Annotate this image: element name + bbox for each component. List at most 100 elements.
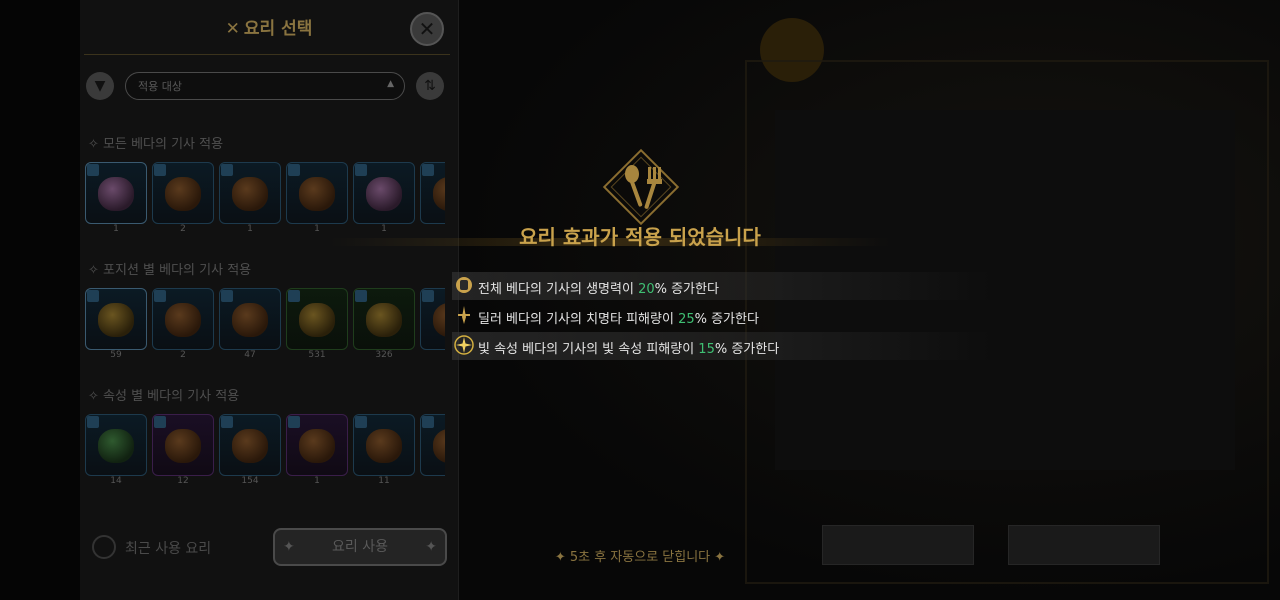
- food-quantity: 531: [308, 350, 326, 360]
- food-item[interactable]: 11: [353, 414, 415, 490]
- food-quantity: 47: [244, 350, 256, 360]
- food-card: [286, 288, 348, 350]
- food-row-all: 1 2 1 1 1: [85, 162, 445, 242]
- food-icon: [299, 177, 335, 211]
- food-type-tag-icon: [87, 164, 99, 176]
- food-card: [219, 162, 281, 224]
- recent-food-radio[interactable]: [92, 535, 116, 559]
- food-item[interactable]: 12: [152, 414, 214, 490]
- food-item[interactable]: [420, 414, 445, 490]
- section-title-all: ✧ 모든 베다의 기사 적용: [88, 137, 224, 152]
- food-item[interactable]: 531: [286, 288, 348, 364]
- food-card: [85, 414, 147, 476]
- panel-title: ✕ 요리 선택: [225, 19, 313, 39]
- food-item[interactable]: 154: [219, 414, 281, 490]
- food-item[interactable]: 14: [85, 414, 147, 490]
- food-icon: [165, 177, 201, 211]
- food-type-tag-icon: [154, 416, 166, 428]
- food-quantity: 1: [381, 224, 387, 234]
- effect-row: 딜러 베다의 기사의 치명타 피해량이 25% 증가한다: [452, 302, 992, 330]
- food-icon: [366, 429, 402, 463]
- food-item[interactable]: 1: [286, 414, 348, 490]
- food-type-tag-icon: [422, 290, 434, 302]
- food-item[interactable]: [420, 288, 445, 364]
- food-type-tag-icon: [355, 164, 367, 176]
- food-card: [353, 162, 415, 224]
- food-card: [219, 414, 281, 476]
- food-card: [286, 414, 348, 476]
- food-item[interactable]: 1: [286, 162, 348, 238]
- food-item[interactable]: 1: [353, 162, 415, 238]
- food-icon: [433, 177, 445, 211]
- star-icon: ✦: [425, 539, 437, 555]
- sort-icon[interactable]: ⇅: [416, 72, 444, 100]
- food-card: [353, 414, 415, 476]
- close-icon: ✕: [418, 17, 436, 41]
- food-row-position: 59 2 47 531 326: [85, 288, 445, 368]
- popup-headline: 요리 효과가 적용 되었습니다: [519, 225, 761, 249]
- auto-close-notice: ✦ 5초 후 자동으로 닫힙니다 ✦: [554, 550, 726, 565]
- food-quantity: 1: [247, 224, 253, 234]
- food-card: [353, 288, 415, 350]
- food-type-tag-icon: [154, 164, 166, 176]
- food-icon: [98, 177, 134, 211]
- star-icon: ✦: [283, 539, 295, 555]
- section-title-element: ✧ 속성 별 베다의 기사 적용: [88, 389, 240, 404]
- food-quantity: 2: [180, 350, 186, 360]
- food-item[interactable]: 1: [219, 162, 281, 238]
- food-item[interactable]: 2: [152, 162, 214, 238]
- food-quantity: 1: [314, 476, 320, 486]
- food-type-tag-icon: [154, 290, 166, 302]
- food-item[interactable]: 1: [85, 162, 147, 238]
- food-icon: [232, 303, 268, 337]
- food-type-tag-icon: [288, 416, 300, 428]
- food-card: [85, 288, 147, 350]
- food-type-tag-icon: [87, 416, 99, 428]
- food-card: [420, 414, 445, 476]
- effect-row: 전체 베다의 기사의 생명력이 20% 증가한다: [452, 272, 992, 300]
- food-quantity: 12: [177, 476, 189, 486]
- food-quantity: 1: [314, 224, 320, 234]
- food-type-tag-icon: [422, 416, 434, 428]
- food-icon: [232, 429, 268, 463]
- food-icon: [433, 429, 445, 463]
- food-card: [219, 288, 281, 350]
- dealer-class-icon: [458, 306, 470, 324]
- dropdown-arrow-icon: ▲: [387, 79, 394, 89]
- food-icon: [299, 303, 335, 337]
- filter-icon[interactable]: ▼: [86, 72, 114, 100]
- food-quantity: 1: [113, 224, 119, 234]
- food-item[interactable]: 2: [152, 288, 214, 364]
- food-icon: [98, 303, 134, 337]
- food-icon: [299, 429, 335, 463]
- food-quantity: 59: [110, 350, 122, 360]
- food-quantity: 2: [180, 224, 186, 234]
- cooking-select-panel: ✕ 요리 선택 ✕ ▼ 적용 대상 ▲ ⇅ ✧ 모든 베다의 기사 적용 1211…: [80, 0, 459, 600]
- food-card: [152, 414, 214, 476]
- food-item[interactable]: 47: [219, 288, 281, 364]
- effect-value: 20: [638, 282, 655, 297]
- recent-food-label: 최근 사용 요리: [125, 541, 212, 557]
- food-icon: [165, 303, 201, 337]
- food-type-tag-icon: [355, 416, 367, 428]
- food-type-tag-icon: [87, 290, 99, 302]
- food-type-tag-icon: [221, 416, 233, 428]
- food-icon: [98, 429, 134, 463]
- close-button[interactable]: ✕: [410, 12, 444, 46]
- food-quantity: 326: [375, 350, 393, 360]
- food-type-tag-icon: [288, 164, 300, 176]
- food-row-element: 14 12 154 1 11: [85, 414, 445, 494]
- food-icon: [433, 303, 445, 337]
- food-quantity: 11: [378, 476, 390, 486]
- food-type-tag-icon: [288, 290, 300, 302]
- food-item[interactable]: 326: [353, 288, 415, 364]
- food-item[interactable]: 59: [85, 288, 147, 364]
- target-select-value: 적용 대상: [138, 80, 182, 93]
- dimmed-button-1: [822, 525, 974, 565]
- use-food-button[interactable]: ✦ 요리 사용 ✦: [273, 528, 447, 566]
- target-select[interactable]: 적용 대상 ▲: [125, 72, 405, 100]
- food-card: [85, 162, 147, 224]
- food-card: [286, 162, 348, 224]
- food-type-tag-icon: [221, 164, 233, 176]
- food-icon: [366, 177, 402, 211]
